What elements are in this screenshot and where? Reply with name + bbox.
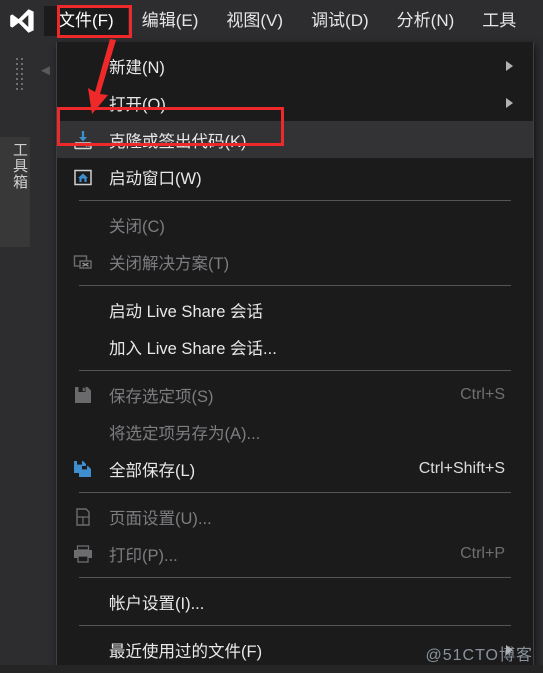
menu-item-label: 启动 Live Share 会话: [109, 302, 264, 321]
menu-item-join-live-share[interactable]: 加入 Live Share 会话...: [57, 328, 533, 365]
menu-item-save-selected-as: 将选定项另存为(A)...: [57, 413, 533, 450]
page-setup-icon: [57, 498, 109, 535]
menu-item-label: 打印(P)...: [109, 546, 178, 565]
left-dock-rail: ◄ 工具箱: [0, 42, 53, 673]
visual-studio-window: 文件(F) 编辑(E) 视图(V) 调试(D) 分析(N) 工具 ◄ 工具箱 新…: [0, 0, 543, 673]
menu-item-print: 打印(P)... Ctrl+P: [57, 535, 533, 572]
save-icon: [57, 376, 109, 413]
menu-item-close-solution: 关闭解决方案(T): [57, 243, 533, 280]
menu-item-label: 页面设置(U)...: [109, 509, 212, 528]
title-menu-bar: 文件(F) 编辑(E) 视图(V) 调试(D) 分析(N) 工具: [0, 0, 543, 42]
menu-item-label: 加入 Live Share 会话...: [109, 339, 277, 358]
menu-item-shortcut: Ctrl+S: [460, 385, 505, 403]
menu-item-page-setup: 页面设置(U)...: [57, 498, 533, 535]
drag-dots-icon[interactable]: [16, 58, 28, 92]
menu-item-label: 帐户设置(I)...: [109, 594, 205, 613]
menu-item-open[interactable]: 打开(O): [57, 84, 533, 121]
menu-file[interactable]: 文件(F): [44, 6, 128, 36]
submenu-arrow-icon: [506, 60, 513, 71]
menu-item-label: 保存选定项(S): [109, 387, 214, 406]
menu-item-icon-slot: [57, 47, 109, 84]
chevron-left-icon[interactable]: ◄: [38, 61, 58, 81]
submenu-arrow-icon: [506, 97, 513, 108]
menu-separator: [79, 285, 511, 286]
menu-separator: [79, 370, 511, 371]
menu-item-clone-repository[interactable]: 克隆或签出代码(K): [57, 121, 533, 158]
menu-item-label: 全部保存(L): [109, 461, 196, 480]
close-solution-icon: [57, 243, 109, 280]
menu-item-label: 关闭解决方案(T): [109, 254, 230, 273]
bottom-strip: [0, 665, 543, 673]
menu-item-recent-files[interactable]: 最近使用过的文件(F): [57, 631, 533, 668]
menu-item-icon-slot: [57, 413, 109, 450]
menu-item-label: 打开(O): [109, 95, 166, 114]
menu-item-label: 新建(N): [109, 58, 165, 77]
print-icon: [57, 535, 109, 572]
submenu-arrow-icon: [506, 644, 513, 655]
menu-separator: [79, 577, 511, 578]
menu-edit[interactable]: 编辑(E): [128, 6, 213, 36]
menu-item-label: 克隆或签出代码(K): [109, 132, 247, 151]
menu-item-label: 将选定项另存为(A)...: [109, 424, 261, 443]
menu-debug[interactable]: 调试(D): [297, 6, 383, 36]
menu-item-new[interactable]: 新建(N): [57, 47, 533, 84]
menu-separator: [79, 200, 511, 201]
save-all-icon: [57, 450, 109, 487]
menu-bar[interactable]: 文件(F) 编辑(E) 视图(V) 调试(D) 分析(N) 工具: [44, 0, 530, 42]
menu-item-shortcut: Ctrl+Shift+S: [418, 459, 505, 477]
menu-item-close: 关闭(C): [57, 206, 533, 243]
menu-tools[interactable]: 工具: [468, 6, 530, 36]
menu-item-account-settings[interactable]: 帐户设置(I)...: [57, 583, 533, 620]
menu-item-icon-slot: [57, 328, 109, 365]
menu-item-label: 关闭(C): [109, 217, 165, 236]
menu-analyze[interactable]: 分析(N): [383, 6, 469, 36]
menu-item-save-selected: 保存选定项(S) Ctrl+S: [57, 376, 533, 413]
clone-repository-icon: [57, 121, 109, 158]
menu-item-start-window[interactable]: 启动窗口(W): [57, 158, 533, 195]
menu-item-icon-slot: [57, 206, 109, 243]
menu-item-shortcut: Ctrl+P: [460, 544, 505, 562]
menu-item-icon-slot: [57, 631, 109, 668]
menu-item-icon-slot: [57, 291, 109, 328]
menu-item-start-live-share[interactable]: 启动 Live Share 会话: [57, 291, 533, 328]
menu-item-icon-slot: [57, 583, 109, 620]
menu-item-save-all[interactable]: 全部保存(L) Ctrl+Shift+S: [57, 450, 533, 487]
start-window-icon: [57, 158, 109, 195]
menu-item-icon-slot: [57, 84, 109, 121]
visual-studio-logo-icon: [0, 0, 44, 42]
menu-separator: [79, 492, 511, 493]
menu-item-label: 启动窗口(W): [109, 169, 202, 188]
menu-view[interactable]: 视图(V): [212, 6, 297, 36]
menu-separator: [79, 625, 511, 626]
file-dropdown-menu[interactable]: 新建(N) 打开(O) 克隆或签出代码(K) 启动窗口(W) 关闭(C) 关闭解…: [56, 42, 534, 673]
toolbox-tab-label: 工具箱: [11, 142, 28, 190]
menu-item-label: 最近使用过的文件(F): [109, 642, 263, 661]
